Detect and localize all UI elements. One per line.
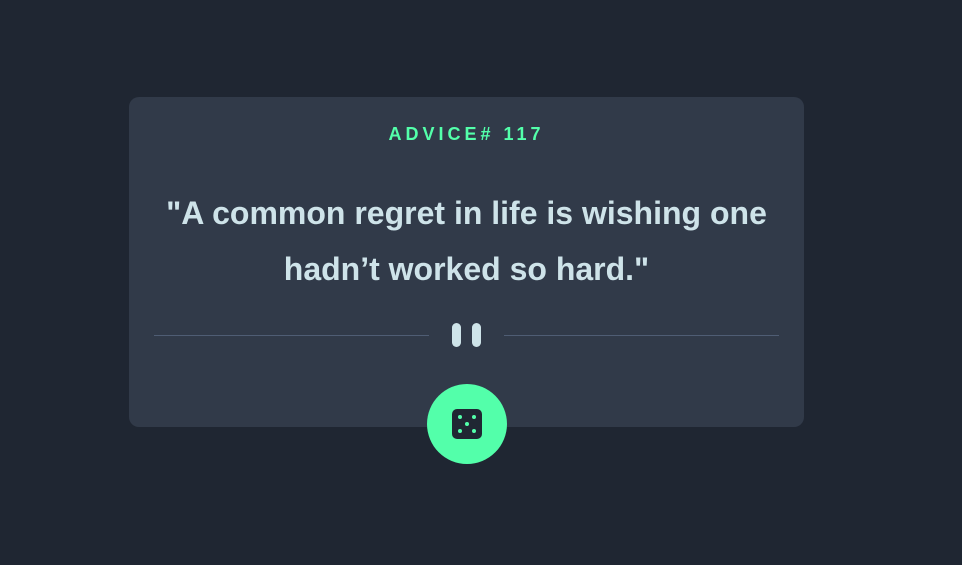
advice-number-label: ADVICE# 117 xyxy=(388,124,545,144)
divider xyxy=(154,323,779,349)
advice-card: ADVICE# 117 "A common regret in life is … xyxy=(129,97,804,427)
pause-bar-left xyxy=(452,323,461,347)
dice-icon xyxy=(452,409,482,439)
new-advice-button[interactable] xyxy=(427,384,507,464)
pause-icon xyxy=(452,323,482,347)
pause-bar-right xyxy=(472,323,481,347)
divider-line-right xyxy=(504,335,779,336)
divider-line-left xyxy=(154,335,429,336)
advice-quote: "A common regret in life is wishing one … xyxy=(166,195,767,287)
